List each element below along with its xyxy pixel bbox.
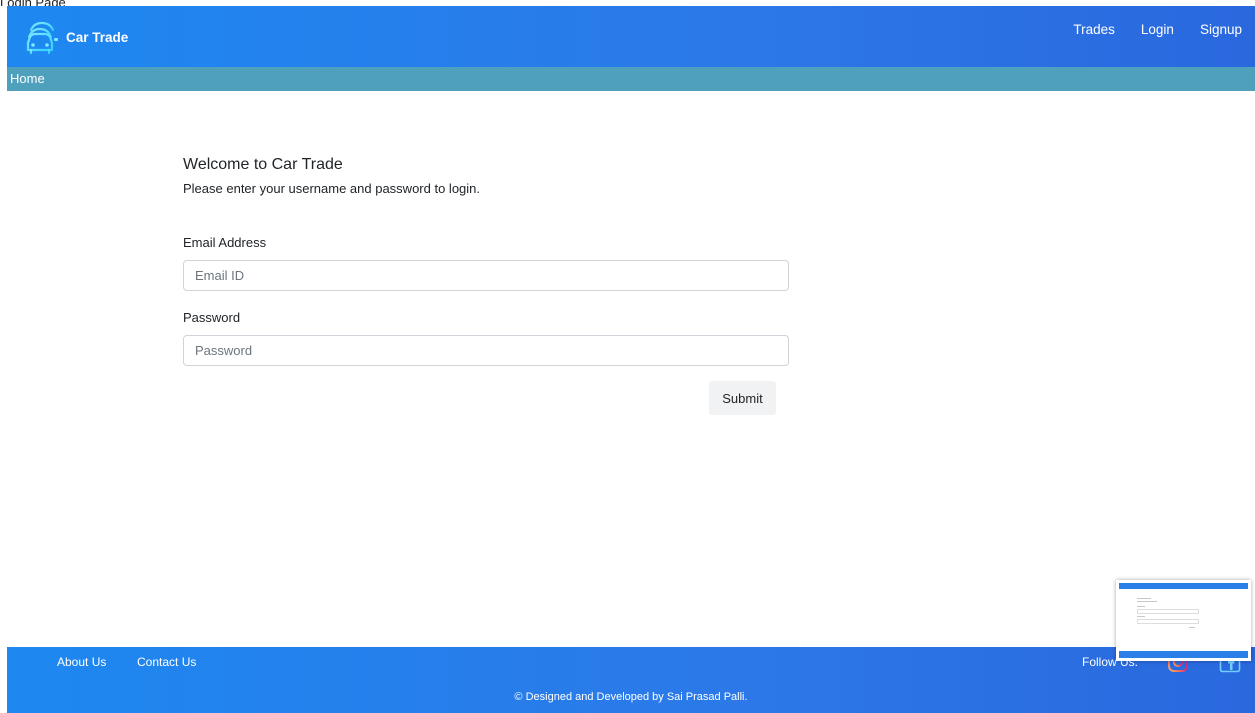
thumbnail-footer <box>1119 651 1248 658</box>
thumbnail-navbar <box>1119 583 1248 589</box>
thumbnail-line <box>1137 606 1145 607</box>
thumbnail-line <box>1137 616 1145 617</box>
nav-links: Trades Login Signup <box>1060 6 1255 52</box>
thumbnail-box <box>1137 609 1199 614</box>
footer: About Us Contact Us Follow Us: © Designe… <box>7 647 1255 713</box>
submit-button[interactable]: Submit <box>709 381 776 415</box>
breadcrumb-home-link[interactable]: Home <box>10 71 45 86</box>
screenshot-thumbnail[interactable] <box>1116 580 1251 661</box>
nav-signup-link[interactable]: Signup <box>1187 22 1255 37</box>
brand-name: Car Trade <box>66 29 129 45</box>
footer-contact-link[interactable]: Contact Us <box>137 655 196 669</box>
login-title: Welcome to Car Trade <box>183 156 343 173</box>
password-label: Password <box>183 310 241 325</box>
email-input[interactable] <box>183 260 789 291</box>
email-label: Email Address <box>183 235 267 250</box>
login-subtitle: Please enter your username and password … <box>183 181 481 196</box>
breadcrumb: Home <box>7 67 1255 91</box>
nav-login-link[interactable]: Login <box>1128 22 1187 37</box>
footer-about-link[interactable]: About Us <box>57 655 106 669</box>
top-navbar: Car Trade Trades Login Signup <box>7 6 1255 67</box>
thumbnail-line <box>1137 598 1151 599</box>
brand-link[interactable]: Car Trade <box>25 19 128 55</box>
thumbnail-box <box>1137 619 1199 624</box>
nav-trades-link[interactable]: Trades <box>1060 22 1128 37</box>
car-stack-icon <box>26 21 58 55</box>
password-input[interactable] <box>183 335 789 366</box>
footer-copyright: © Designed and Developed by Sai Prasad P… <box>514 691 748 703</box>
thumbnail-line <box>1137 601 1157 602</box>
login-form: Welcome to Car Trade Please enter your u… <box>183 155 789 415</box>
thumbnail-line <box>1189 627 1195 628</box>
